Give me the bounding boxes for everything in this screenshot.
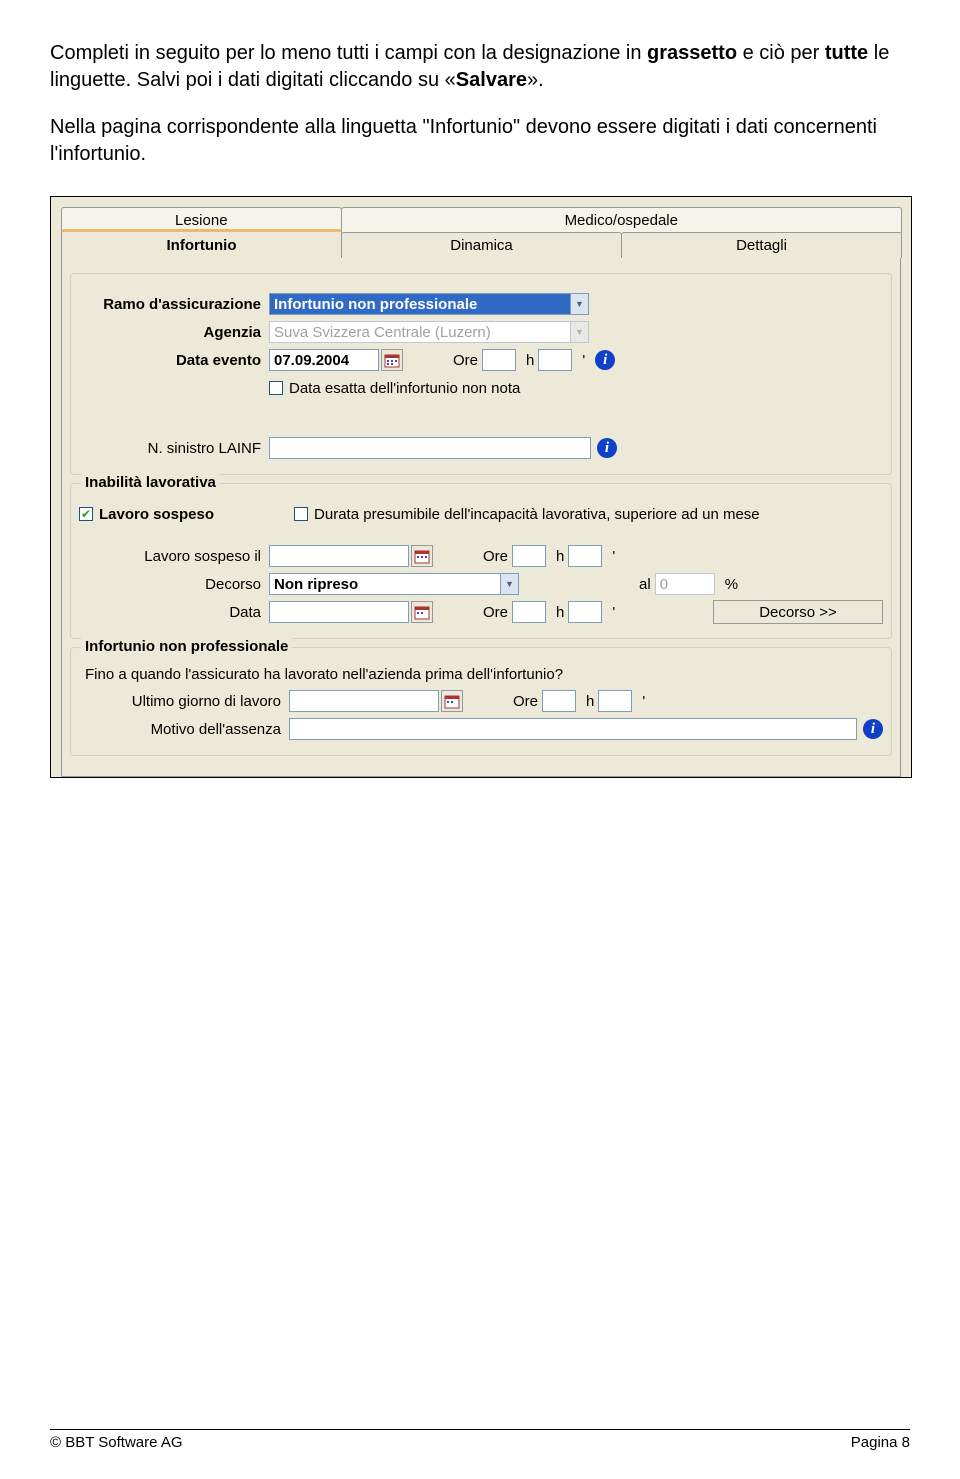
label-ore: Ore	[473, 604, 512, 621]
checkbox-lavoro-sospeso[interactable]: ✔	[79, 507, 93, 521]
input-ore-h[interactable]	[482, 349, 516, 371]
t: Completi in seguito per lo meno tutti i …	[50, 42, 647, 64]
page-footer: © BBT Software AG Pagina 8	[50, 1429, 910, 1451]
checkbox-dataesatta[interactable]	[269, 381, 283, 395]
label-agenzia: Agenzia	[79, 324, 269, 341]
label-tick: '	[602, 604, 619, 621]
label-h: h	[546, 548, 568, 565]
input-ore-m[interactable]	[568, 545, 602, 567]
input-sospeso-il[interactable]	[269, 545, 409, 567]
input-dataevento[interactable]: 07.09.2004	[269, 349, 379, 371]
combo-agenzia-value: Suva Svizzera Centrale (Luzern)	[269, 321, 571, 343]
legend-inabilita: Inabilità lavorativa	[81, 474, 220, 491]
info-icon[interactable]: i	[595, 350, 615, 370]
tab-label: Infortunio	[167, 237, 237, 254]
tab-infortunio[interactable]: Infortunio	[61, 229, 342, 258]
input-ore-m[interactable]	[568, 601, 602, 623]
t: e ciò per	[737, 42, 825, 64]
label-sinistro: N. sinistro LAINF	[79, 440, 269, 457]
bold3: Salvare	[456, 69, 527, 91]
footer-left: © BBT Software AG	[50, 1434, 183, 1451]
calendar-icon[interactable]	[381, 349, 403, 371]
label-h: h	[546, 604, 568, 621]
label-ultimo: Ultimo giorno di lavoro	[79, 693, 289, 710]
label-durata: Durata presumibile dell'incapacità lavor…	[314, 506, 760, 523]
t: ».	[527, 69, 544, 91]
label-tick: '	[632, 693, 649, 710]
chevron-down-icon[interactable]: ▼	[501, 573, 519, 595]
tab-label: Dinamica	[450, 237, 513, 254]
input-ore-m[interactable]	[538, 349, 572, 371]
chevron-down-icon: ▼	[571, 321, 589, 343]
input-sinistro[interactable]	[269, 437, 591, 459]
input-al: 0	[655, 573, 715, 595]
label-lavoro-sospeso: Lavoro sospeso	[99, 506, 214, 523]
input-data[interactable]	[269, 601, 409, 623]
tab-medico[interactable]: Medico/ospedale	[341, 207, 902, 233]
label-percent: %	[715, 576, 742, 593]
label-decorso: Decorso	[79, 576, 269, 593]
group-nonprof: Infortunio non professionale Fino a quan…	[70, 647, 892, 756]
input-ore-h[interactable]	[512, 601, 546, 623]
label-sospeso-il: Lavoro sospeso il	[79, 548, 269, 565]
info-icon[interactable]: i	[597, 438, 617, 458]
tab-label: Lesione	[175, 212, 228, 229]
label-tick: '	[572, 352, 589, 369]
calendar-icon[interactable]	[411, 601, 433, 623]
combo-agenzia: Suva Svizzera Centrale (Luzern) ▼	[269, 321, 589, 343]
input-ore-h[interactable]	[512, 545, 546, 567]
combo-ramo-value: Infortunio non professionale	[269, 293, 571, 315]
label-h: h	[516, 352, 538, 369]
legend-nonprof: Infortunio non professionale	[81, 638, 292, 655]
button-label: Decorso >>	[759, 604, 837, 621]
tab-label: Medico/ospedale	[565, 212, 678, 229]
label-dataevento: Data evento	[79, 352, 269, 369]
bold2: tutte	[825, 42, 868, 64]
label-al: al	[629, 576, 655, 593]
chevron-down-icon[interactable]: ▼	[571, 293, 589, 315]
intro-paragraph-2: Nella pagina corrispondente alla linguet…	[50, 114, 910, 168]
label-motivo: Motivo dell'assenza	[79, 721, 289, 738]
input-ore-m[interactable]	[598, 690, 632, 712]
input-motivo[interactable]	[289, 718, 857, 740]
label-dataesatta: Data esatta dell'infortunio non nota	[289, 380, 520, 397]
tab-dettagli[interactable]: Dettagli	[621, 232, 902, 258]
intro-paragraph-1: Completi in seguito per lo meno tutti i …	[50, 40, 910, 94]
combo-decorso[interactable]: Non ripreso ▼	[269, 573, 519, 595]
button-decorso[interactable]: Decorso >>	[713, 600, 883, 624]
group-inabilita: Inabilità lavorativa ✔ Lavoro sospeso Du…	[70, 483, 892, 639]
bold1: grassetto	[647, 42, 737, 64]
footer-right: Pagina 8	[851, 1434, 910, 1451]
calendar-icon[interactable]	[441, 690, 463, 712]
combo-decorso-value: Non ripreso	[269, 573, 501, 595]
label-h: h	[576, 693, 598, 710]
label-ore: Ore	[443, 352, 482, 369]
input-ore-h[interactable]	[542, 690, 576, 712]
screenshot-form: Lesione Medico/ospedale Infortunio Dinam…	[50, 196, 912, 778]
label-ramo: Ramo d'assicurazione	[79, 296, 269, 313]
label-ore: Ore	[473, 548, 512, 565]
label-ore: Ore	[503, 693, 542, 710]
question-nonprof: Fino a quando l'assicurato ha lavorato n…	[85, 666, 883, 683]
input-ultimo[interactable]	[289, 690, 439, 712]
calendar-icon[interactable]	[411, 545, 433, 567]
tab-dinamica[interactable]: Dinamica	[341, 232, 622, 258]
label-tick: '	[602, 548, 619, 565]
info-icon[interactable]: i	[863, 719, 883, 739]
label-data: Data	[79, 604, 269, 621]
checkbox-durata[interactable]	[294, 507, 308, 521]
tab-label: Dettagli	[736, 237, 787, 254]
group-top: Ramo d'assicurazione Infortunio non prof…	[70, 273, 892, 475]
combo-ramo[interactable]: Infortunio non professionale ▼	[269, 293, 589, 315]
